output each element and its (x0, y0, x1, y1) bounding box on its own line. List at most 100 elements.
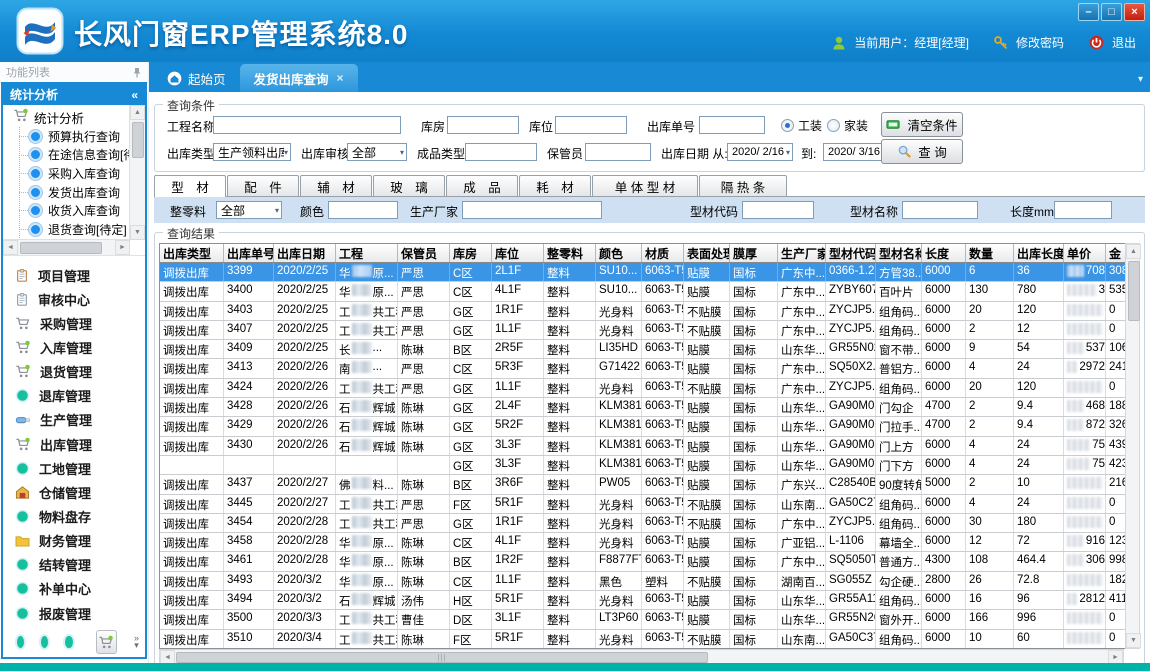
column-header-颜色[interactable]: 颜色 (596, 244, 642, 262)
material-tab-隔热条[interactable]: 隔 热 条 (699, 175, 787, 196)
warehouse-input[interactable] (447, 116, 519, 134)
column-header-库位[interactable]: 库位 (492, 244, 544, 262)
table-row[interactable]: 调拨出库34932020/3/2华原...陈琳C区1L1F整料黑色塑料不贴膜国标… (160, 572, 1139, 591)
column-header-表面处理[interactable]: 表面处理 (684, 244, 730, 262)
tree-item-预算执行查询[interactable]: 预算执行查询 (5, 127, 130, 146)
grid-vertical-scrollbar[interactable]: ▲ ▼ (1125, 243, 1140, 649)
tree-horizontal-scrollbar[interactable]: ◄ ► (3, 239, 130, 255)
profile-code-input[interactable] (742, 201, 814, 219)
column-header-单价[interactable]: 单价 (1064, 244, 1106, 262)
profile-name-input[interactable] (902, 201, 978, 219)
scroll-down-icon[interactable]: ▼ (1126, 633, 1141, 648)
table-row[interactable]: 调拨出库34542020/2/28工共工程严思G区1R1F整料光身料6063-T… (160, 514, 1139, 533)
keeper-input[interactable] (585, 143, 651, 161)
column-header-工程[interactable]: 工程 (336, 244, 398, 262)
close-button[interactable]: × (1124, 3, 1145, 21)
tree-item-发货出库查询[interactable]: 发货出库查询 (5, 183, 130, 202)
scroll-down-icon[interactable]: ▼ (130, 225, 145, 240)
cart-shortcut-button[interactable] (96, 630, 117, 654)
audit-select[interactable]: 全部 ▾ (347, 143, 407, 161)
quick-circle-icon[interactable] (65, 636, 72, 648)
column-header-型材名称[interactable]: 型材名称 (876, 244, 922, 262)
column-header-整零料[interactable]: 整零料 (544, 244, 596, 262)
material-tab-辅材[interactable]: 辅 材 (300, 175, 372, 196)
sidebar-section-header[interactable]: 统计分析 « (3, 84, 145, 105)
table-row[interactable]: 调拨出库34032020/2/25工共工程严思G区1R1F整料光身料6063-T… (160, 302, 1139, 321)
sidebar-item-采购管理[interactable]: 采购管理 (3, 311, 145, 335)
product-type-input[interactable] (465, 143, 537, 161)
radio-home-outfit[interactable]: 家装 (827, 117, 868, 134)
sidebar-item-报废管理[interactable]: 报废管理 (3, 601, 145, 625)
logout-link[interactable]: 退出 (1112, 34, 1136, 51)
manufacturer-input[interactable] (462, 201, 602, 219)
table-row[interactable]: 调拨出库35002020/3/3工共工程曹佳D区3L1F整料LT3P606063… (160, 610, 1139, 629)
sidebar-item-财务管理[interactable]: 财务管理 (3, 529, 145, 553)
scroll-left-icon[interactable]: ◄ (3, 240, 18, 255)
tree-vscroll-thumb[interactable] (132, 122, 144, 158)
tree-item-采购入库查询[interactable]: 采购入库查询 (5, 164, 130, 183)
date-from-select[interactable]: 2020/ 2/16 ▾ (727, 143, 793, 161)
sidebar-item-退货管理[interactable]: 退货管理 (3, 360, 145, 384)
length-input[interactable] (1054, 201, 1112, 219)
table-row[interactable]: G区3L3F整料KLM38176063-T5贴膜国标山东华...GA90M09.… (160, 456, 1139, 475)
grid-vscroll-thumb[interactable] (1128, 261, 1140, 321)
tree-hscroll-thumb[interactable] (20, 242, 102, 254)
out-type-select[interactable]: 生产领料出库 ▾ (213, 143, 291, 161)
column-header-生产厂家[interactable]: 生产厂家 (778, 244, 826, 262)
column-header-材质[interactable]: 材质 (642, 244, 684, 262)
table-row[interactable]: 调拨出库34372020/2/27佛料...陈琳B区3R6F整料PW056063… (160, 475, 1139, 494)
column-header-出库类型[interactable]: 出库类型 (160, 244, 224, 262)
tree-root-node[interactable]: 统计分析 (5, 107, 130, 127)
column-header-出库日期[interactable]: 出库日期 (274, 244, 336, 262)
grid-horizontal-scrollbar[interactable]: ◄ ► ||| (159, 649, 1124, 664)
tree-item-收货入库查询[interactable]: 收货入库查询 (5, 201, 130, 220)
table-row[interactable]: 调拨出库34612020/2/28华原...陈琳B区1R2F整料F8877FT6… (160, 552, 1139, 571)
table-row[interactable]: 调拨出库34292020/2/26石辉城陈琳G区5R2F整料KLM3817606… (160, 417, 1139, 436)
radio-work-outfit[interactable]: 工装 (781, 117, 822, 134)
scroll-right-icon[interactable]: ► (115, 240, 130, 255)
change-password-link[interactable]: 修改密码 (1016, 34, 1064, 51)
column-header-数量[interactable]: 数量 (966, 244, 1014, 262)
table-row[interactable]: 调拨出库34132020/2/26南...严思C区5R3F整料G71422606… (160, 359, 1139, 378)
table-row[interactable]: 调拨出库34092020/2/25长...陈琳B区2R5F整料LI35HD606… (160, 340, 1139, 359)
tabbar-chevron-icon[interactable]: ▾ (1138, 74, 1143, 85)
minimize-button[interactable]: – (1078, 3, 1099, 21)
column-header-保管员[interactable]: 保管员 (398, 244, 450, 262)
tab-home[interactable]: 起始页 (153, 64, 240, 92)
tab-shipping-outbound-query[interactable]: 发货出库查询 × (240, 64, 358, 92)
sidebar-item-出库管理[interactable]: 出库管理 (3, 432, 145, 456)
column-header-出库单号[interactable]: 出库单号 (224, 244, 274, 262)
material-tab-耗材[interactable]: 耗 材 (519, 175, 591, 196)
sidebar-item-审核中心[interactable]: 审核中心 (3, 287, 145, 311)
tree-item-在途信息查询[待[interactable]: 在途信息查询[待 (5, 146, 130, 165)
search-button[interactable]: 查 询 (881, 139, 963, 164)
table-row[interactable]: 调拨出库34282020/2/26石辉城陈琳G区2L4F整料KLM3817606… (160, 398, 1139, 417)
location-input[interactable] (555, 116, 627, 134)
table-row[interactable]: 调拨出库34452020/2/27工共工程严思F区5R1F整料光身料6063-T… (160, 495, 1139, 514)
order-no-input[interactable] (699, 116, 765, 134)
table-row[interactable]: 调拨出库33992020/2/25华原...严思C区2L1F整料SU10...6… (160, 263, 1139, 282)
sidebar-item-工地管理[interactable]: 工地管理 (3, 456, 145, 480)
tree-vertical-scrollbar[interactable]: ▲ ▼ (129, 105, 145, 240)
table-row[interactable]: 调拨出库34242020/2/26工共工程严思G区1L1F整料光身料6063-T… (160, 379, 1139, 398)
scroll-up-icon[interactable]: ▲ (130, 105, 145, 120)
table-row[interactable]: 调拨出库34072020/2/25工共工程严思G区1L1F整料光身料6063-T… (160, 321, 1139, 340)
material-tab-配件[interactable]: 配 件 (227, 175, 299, 196)
tree-item-退货查询[待定][interactable]: 退货查询[待定] (5, 220, 130, 239)
color-input[interactable] (328, 201, 398, 219)
material-tab-成品[interactable]: 成 品 (446, 175, 518, 196)
whole-piece-select[interactable]: 全部 ▾ (216, 201, 282, 219)
material-tab-型材[interactable]: 型 材 (154, 175, 226, 197)
sidebar-item-退库管理[interactable]: 退库管理 (3, 384, 145, 408)
sidebar-item-补单中心[interactable]: 补单中心 (3, 577, 145, 601)
sidebar-item-仓储管理[interactable]: 仓储管理 (3, 480, 145, 504)
collapse-icon[interactable]: « (131, 88, 138, 102)
project-name-input[interactable] (213, 116, 401, 134)
close-tab-icon[interactable]: × (337, 71, 344, 85)
column-header-型材代码[interactable]: 型材代码 (826, 244, 876, 262)
material-tab-玻璃[interactable]: 玻 璃 (373, 175, 445, 196)
scroll-up-icon[interactable]: ▲ (1126, 244, 1141, 259)
table-row[interactable]: 调拨出库34302020/2/26石辉城陈琳G区3L3F整料KLM3817606… (160, 437, 1139, 456)
quick-circle-icon[interactable] (41, 636, 48, 648)
material-tab-单体型材[interactable]: 单 体 型 材 (592, 175, 698, 196)
